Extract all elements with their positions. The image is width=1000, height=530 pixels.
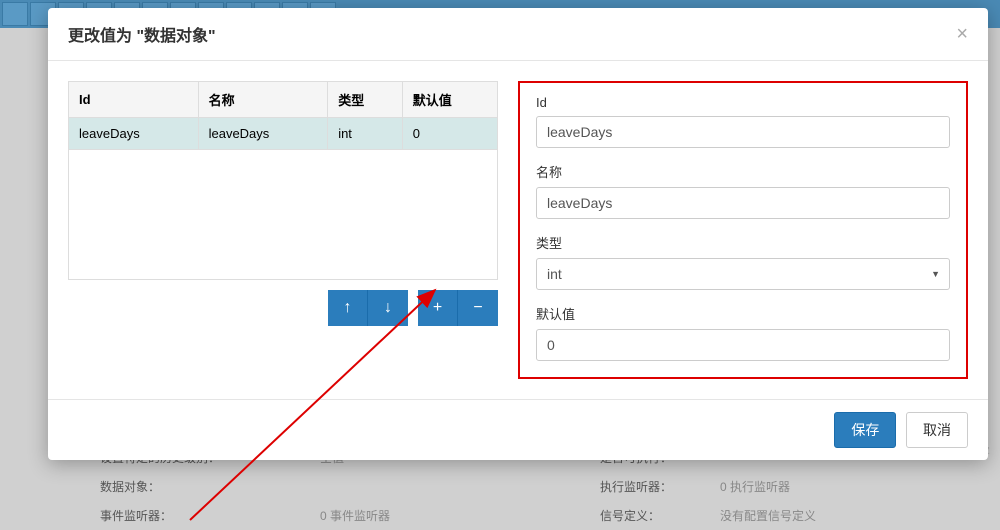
col-header-name: 名称 xyxy=(198,82,328,118)
add-button[interactable]: + xyxy=(418,290,458,326)
prop-label: 事件监听器： xyxy=(100,507,320,524)
col-header-id: Id xyxy=(69,82,199,118)
prop-label: 执行监听器： xyxy=(600,478,720,495)
cell-id: leaveDays xyxy=(69,118,199,150)
plus-icon: + xyxy=(433,299,442,317)
cell-type: int xyxy=(328,118,403,150)
id-input[interactable] xyxy=(536,116,950,148)
minus-icon: − xyxy=(473,299,482,317)
prop-label: 信号定义： xyxy=(600,507,720,524)
modal-body: Id 名称 类型 默认值 leaveDays leaveDays int 0 xyxy=(48,61,988,399)
prop-value: 0 事件监听器 xyxy=(320,507,600,524)
move-up-button[interactable]: ↑ xyxy=(328,290,368,326)
detail-form-panel: Id 名称 类型 int 默认值 xyxy=(518,81,968,379)
id-label: Id xyxy=(536,95,950,110)
move-down-button[interactable]: ↓ xyxy=(368,290,408,326)
close-button[interactable]: × xyxy=(956,23,968,46)
cell-default: 0 xyxy=(402,118,497,150)
left-panel: Id 名称 类型 默认值 leaveDays leaveDays int 0 xyxy=(68,81,498,379)
name-label: 名称 xyxy=(536,162,950,181)
cancel-button[interactable]: 取消 xyxy=(906,412,968,448)
table-empty-area xyxy=(68,150,498,280)
cell-name: leaveDays xyxy=(198,118,328,150)
col-header-default: 默认值 xyxy=(402,82,497,118)
arrow-down-icon: ↓ xyxy=(384,299,392,317)
modal-header: 更改值为 "数据对象" × xyxy=(48,8,988,61)
type-select[interactable]: int xyxy=(536,258,950,290)
arrow-up-icon: ↑ xyxy=(344,299,352,317)
prop-value: 没有配置信号定义 xyxy=(720,507,990,524)
save-button[interactable]: 保存 xyxy=(834,412,896,448)
name-input[interactable] xyxy=(536,187,950,219)
col-header-type: 类型 xyxy=(328,82,403,118)
modal-title: 更改值为 "数据对象" xyxy=(68,22,216,46)
default-input[interactable] xyxy=(536,329,950,361)
modal-dialog: 更改值为 "数据对象" × Id 名称 类型 默认值 leaveDays lea… xyxy=(48,8,988,460)
table-action-buttons: ↑ ↓ + − xyxy=(68,290,498,326)
default-label: 默认值 xyxy=(536,304,950,323)
remove-button[interactable]: − xyxy=(458,290,498,326)
type-label: 类型 xyxy=(536,233,950,252)
prop-value: 0 执行监听器 xyxy=(720,478,990,495)
data-object-table: Id 名称 类型 默认值 leaveDays leaveDays int 0 xyxy=(68,81,498,150)
prop-label: 数据对象： xyxy=(100,478,320,495)
table-row[interactable]: leaveDays leaveDays int 0 xyxy=(69,118,498,150)
prop-value xyxy=(320,478,600,495)
modal-footer: 保存 取消 xyxy=(48,399,988,460)
